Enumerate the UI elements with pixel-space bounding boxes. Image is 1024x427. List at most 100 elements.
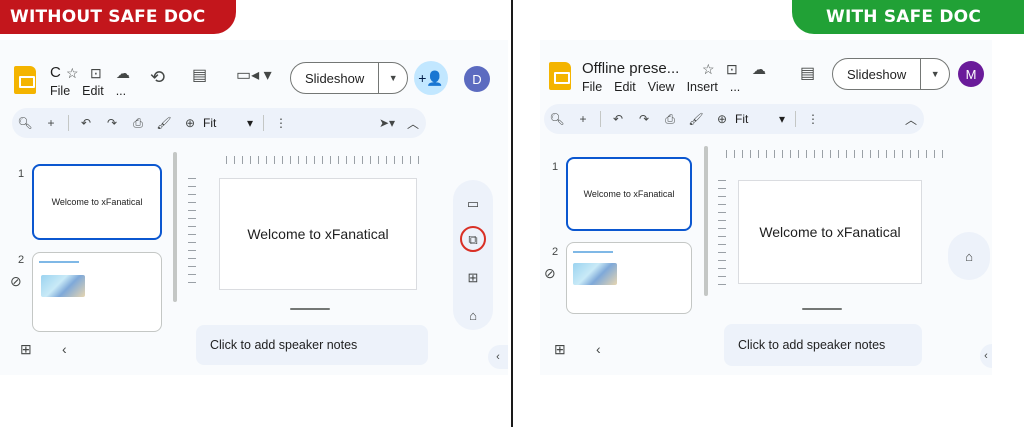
plus-icon[interactable]: +	[38, 116, 64, 130]
speaker-notes[interactable]: Click to add speaker notes	[196, 325, 428, 365]
menu-more[interactable]: ...	[730, 80, 740, 94]
folder-move-icon[interactable]: ⊡	[726, 62, 738, 76]
thumbnail-image	[41, 275, 85, 297]
slide-canvas[interactable]: Welcome to xFanatical	[738, 180, 922, 284]
plus-icon[interactable]: +	[570, 112, 596, 126]
slides-logo-icon[interactable]	[14, 66, 36, 94]
slides-logo-icon[interactable]	[549, 62, 571, 90]
video-icon[interactable]: ▭◂ ▾	[236, 68, 272, 84]
document-title[interactable]: Offline prese...	[582, 60, 679, 77]
redo-icon[interactable]: ↷	[631, 112, 657, 126]
star-icon[interactable]: ☆	[66, 66, 79, 80]
print-icon[interactable]: ⎙	[125, 116, 151, 131]
redo-icon[interactable]: ↷	[99, 116, 125, 130]
horizontal-ruler	[226, 156, 426, 164]
contacts-icon[interactable]: ⊞	[458, 270, 488, 286]
canvas-scrollbar[interactable]	[802, 308, 842, 310]
slide-thumbnail-1[interactable]: Welcome to xFanatical	[566, 157, 692, 231]
history-icon[interactable]: ⟲	[150, 68, 165, 86]
speaker-notes-placeholder: Click to add speaker notes	[738, 338, 886, 352]
speaker-notes[interactable]: Click to add speaker notes	[724, 324, 922, 366]
slide-title-text[interactable]: Welcome to xFanatical	[759, 224, 900, 240]
slide-number: 2	[552, 246, 559, 258]
collapse-panel-button[interactable]: ‹	[488, 345, 508, 369]
comment-icon[interactable]: ▤	[192, 68, 207, 84]
canvas-scrollbar[interactable]	[290, 308, 330, 310]
slideshow-button[interactable]: Slideshow ▼	[832, 58, 951, 90]
avatar[interactable]: D	[464, 66, 490, 92]
grid-view-icon[interactable]: ⊞	[20, 342, 32, 356]
collapse-panel-button[interactable]: ‹	[980, 344, 992, 368]
undo-icon[interactable]: ↶	[605, 112, 631, 126]
slide-number: 2	[18, 254, 25, 266]
undo-icon[interactable]: ↶	[73, 116, 99, 130]
more-vert-icon[interactable]: ⋮	[800, 112, 826, 126]
chevron-left-icon[interactable]: ‹	[596, 342, 601, 356]
slide-thumbnail-title: Welcome to xFanatical	[583, 189, 675, 199]
caption-icon[interactable]: ▭	[458, 196, 488, 212]
document-title[interactable]: C	[50, 64, 61, 81]
folder-icon[interactable]: ⌂	[458, 308, 488, 323]
search-icon[interactable]: 🔍︎	[12, 116, 38, 130]
toolbar-separator	[795, 111, 796, 127]
slide-thumbnail-2[interactable]	[566, 242, 692, 314]
chevron-up-icon[interactable]: ︿	[898, 111, 924, 128]
chevron-down-icon: ▾	[246, 116, 253, 130]
slide-canvas[interactable]: Welcome to xFanatical	[219, 178, 417, 290]
zoom-icon[interactable]: ⊕	[177, 116, 203, 130]
thumbnails-scrollbar[interactable]	[704, 146, 708, 296]
safe-doc-icon[interactable]: ⧉	[458, 232, 488, 248]
chevron-up-icon[interactable]: ︿	[400, 115, 426, 132]
menu-view[interactable]: View	[648, 80, 675, 94]
chevron-down-icon[interactable]: ▼	[379, 73, 407, 83]
slideshow-label[interactable]: Slideshow	[291, 63, 380, 93]
zoom-select[interactable]: Fit ▾	[735, 112, 791, 126]
more-vert-icon[interactable]: ⋮	[268, 116, 294, 130]
folder-move-icon[interactable]: ⊡	[90, 66, 102, 80]
menu-bar: File Edit ...	[50, 84, 126, 98]
avatar[interactable]: M	[958, 61, 984, 87]
search-icon[interactable]: 🔍︎	[544, 112, 570, 126]
print-icon[interactable]: ⎙	[657, 112, 683, 127]
menu-more[interactable]: ...	[116, 84, 126, 98]
zoom-icon[interactable]: ⊕	[709, 112, 735, 126]
zoom-select[interactable]: Fit ▾	[203, 116, 259, 130]
menu-insert[interactable]: Insert	[687, 80, 718, 94]
grid-view-icon[interactable]: ⊞	[554, 342, 566, 356]
menu-file[interactable]: File	[582, 80, 602, 94]
paint-format-icon[interactable]: 🖌︎	[151, 116, 177, 130]
slide-number: 1	[18, 168, 25, 180]
thumbnail-image	[573, 263, 617, 285]
toolbar-separator	[600, 111, 601, 127]
thumbnails-scrollbar[interactable]	[173, 152, 177, 302]
cloud-offline-icon[interactable]: ☁	[116, 66, 130, 80]
cloud-offline-icon[interactable]: ☁	[752, 62, 766, 76]
folder-icon[interactable]: ⌂	[954, 249, 984, 264]
comparison-divider	[511, 0, 513, 427]
zoom-value: Fit	[735, 112, 749, 126]
star-icon[interactable]: ☆	[702, 62, 715, 76]
select-pointer-icon[interactable]: ➤▾	[374, 116, 400, 130]
slide-thumbnail-title: Welcome to xFanatical	[51, 197, 143, 207]
chevron-down-icon[interactable]: ▼	[921, 69, 949, 79]
paint-format-icon[interactable]: 🖌︎	[683, 112, 709, 126]
zoom-value: Fit	[203, 116, 217, 130]
menu-edit[interactable]: Edit	[614, 80, 636, 94]
menu-edit[interactable]: Edit	[82, 84, 104, 98]
chevron-left-icon[interactable]: ‹	[62, 342, 67, 356]
comment-icon[interactable]: ▤	[800, 66, 815, 82]
link-icon: ⊘	[544, 265, 556, 281]
slideshow-label[interactable]: Slideshow	[833, 59, 922, 89]
slideshow-button[interactable]: Slideshow ▼	[290, 62, 409, 94]
banner-with-safe-doc: WITH SAFE DOC	[792, 0, 1024, 34]
link-icon: ⊘	[10, 273, 22, 289]
add-person-icon[interactable]: +👤	[414, 61, 448, 95]
slide-thumbnail-1[interactable]: Welcome to xFanatical	[32, 164, 162, 240]
vertical-ruler	[188, 178, 196, 290]
side-panel: ⌂	[948, 232, 990, 280]
slide-thumbnail-2[interactable]	[32, 252, 162, 332]
menu-file[interactable]: File	[50, 84, 70, 98]
slide-title-text[interactable]: Welcome to xFanatical	[247, 226, 388, 242]
menu-bar: File Edit View Insert ...	[582, 80, 740, 94]
slide-number: 1	[552, 161, 559, 173]
